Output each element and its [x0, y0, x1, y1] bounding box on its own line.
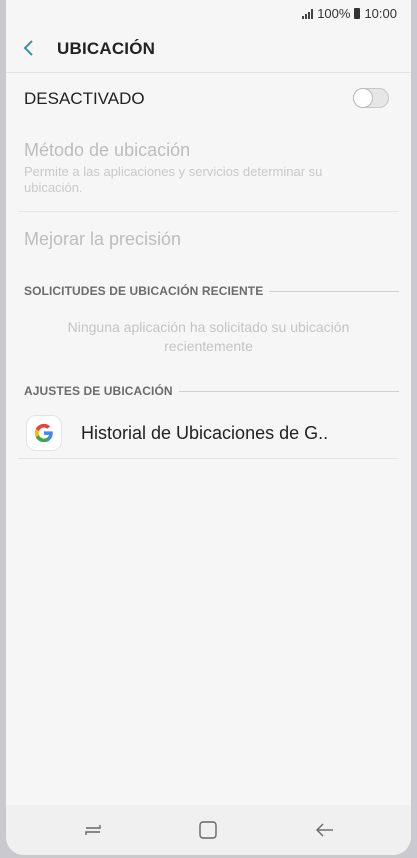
battery-level: 100%: [317, 6, 351, 21]
location-history-item[interactable]: Historial de Ubicaciones de G..: [18, 408, 399, 459]
home-icon[interactable]: [197, 819, 219, 841]
section-divider: [269, 290, 399, 292]
location-settings-header: AJUSTES DE UBICACIÓN: [24, 382, 399, 400]
back-icon[interactable]: [314, 819, 336, 841]
location-method-item[interactable]: Método de ubicación Permite a las aplica…: [18, 133, 399, 212]
no-requests-message: Ninguna aplicación ha solicitado su ubic…: [67, 319, 350, 354]
master-switch-row[interactable]: DESACTIVADO: [6, 73, 411, 125]
google-icon: [26, 415, 62, 451]
toggle-knob: [353, 88, 373, 108]
master-switch-label: DESACTIVADO: [24, 89, 145, 108]
location-toggle[interactable]: [353, 88, 389, 108]
location-history-label: Historial de Ubicaciones de G..: [81, 423, 329, 443]
back-arrow-icon[interactable]: [20, 38, 40, 58]
signal-icon: [302, 8, 314, 19]
location-settings-title: AJUSTES DE UBICACIÓN: [24, 384, 173, 398]
recents-icon[interactable]: [82, 819, 104, 841]
improve-precision-label: Mejorar la precisión: [24, 229, 182, 249]
page-title: UBICACIÓN: [57, 39, 156, 58]
battery-icon: [354, 8, 361, 19]
app-bar: UBICACIÓN: [6, 26, 411, 73]
status-time: 10:00: [364, 6, 397, 21]
improve-precision-item[interactable]: Mejorar la precisión: [18, 212, 399, 262]
screen: 100% 10:00 UBICACIÓN DESACTIVADO Método …: [6, 0, 411, 855]
status-bar: 100% 10:00: [6, 0, 411, 26]
recent-requests-title: SOLICITUDES DE UBICACIÓN RECIENTE: [24, 284, 264, 298]
location-method-description: Permite a las aplicaciones y servicios d…: [24, 164, 323, 195]
status-indicators: 100% 10:00: [302, 6, 397, 21]
section-divider: [178, 390, 399, 392]
recent-requests-header: SOLICITUDES DE UBICACIÓN RECIENTE: [24, 282, 399, 300]
device-frame: 100% 10:00 UBICACIÓN DESACTIVADO Método …: [0, 0, 417, 858]
navigation-bar: [6, 805, 411, 855]
location-method-label: Método de ubicación: [24, 140, 191, 160]
